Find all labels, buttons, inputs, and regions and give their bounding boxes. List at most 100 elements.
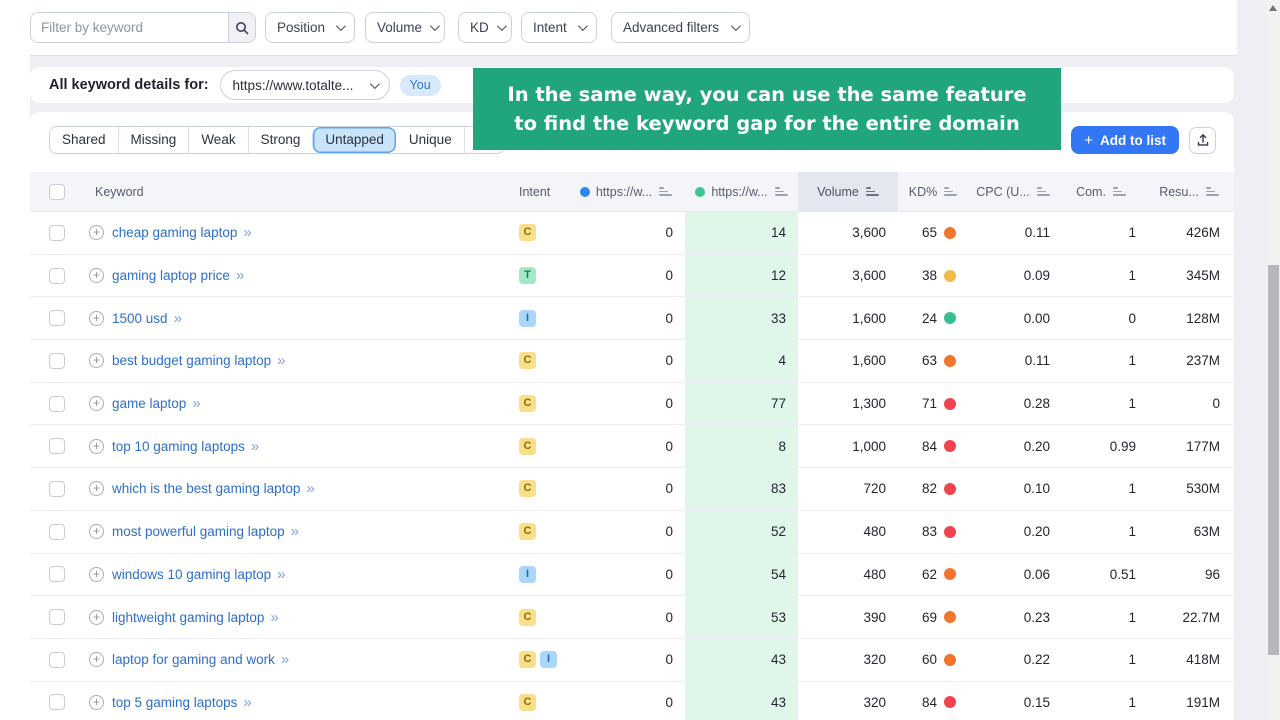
domain-select[interactable]: https://www.totalte... xyxy=(219,70,390,100)
keyword-link[interactable]: laptop for gaming and work xyxy=(112,652,275,667)
row-checkbox[interactable] xyxy=(49,480,65,497)
open-keyword-icon[interactable]: » xyxy=(251,438,259,455)
row-checkbox[interactable] xyxy=(49,609,65,626)
volume-cell: 720 xyxy=(863,481,886,497)
export-button[interactable] xyxy=(1189,126,1216,154)
open-keyword-icon[interactable]: » xyxy=(236,267,244,284)
keyword-link[interactable]: game laptop xyxy=(112,396,186,411)
tab-weak[interactable]: Weak xyxy=(188,127,247,153)
open-keyword-icon[interactable]: » xyxy=(281,651,289,668)
volume-cell: 320 xyxy=(863,694,886,710)
expand-plus-icon[interactable]: + xyxy=(89,481,104,497)
header-volume-sort[interactable]: Volume xyxy=(798,172,898,211)
tab-unique[interactable]: Unique xyxy=(396,127,464,153)
intent-badge-c: C xyxy=(519,437,536,455)
row-checkbox[interactable] xyxy=(49,395,65,412)
domain2-position-cell: 43 xyxy=(685,638,798,681)
open-keyword-icon[interactable]: » xyxy=(192,395,200,412)
volume-cell: 1,600 xyxy=(852,310,886,326)
keyword-cell: + top 10 gaming laptops » xyxy=(83,425,505,467)
row-checkbox[interactable] xyxy=(49,352,65,369)
keyword-link[interactable]: top 10 gaming laptops xyxy=(112,439,245,454)
expand-plus-icon[interactable]: + xyxy=(89,609,104,625)
results-cell: 426M xyxy=(1186,225,1220,241)
header-cpc-sort[interactable]: CPC (U... xyxy=(968,172,1058,211)
banner-text-line2: to find the keyword gap for the entire d… xyxy=(514,112,1020,135)
scrollbar-thumb[interactable] xyxy=(1267,265,1279,655)
scrollbar-up-arrow-icon[interactable] xyxy=(1269,5,1277,11)
keyword-link[interactable]: top 5 gaming laptops xyxy=(112,695,237,710)
row-checkbox[interactable] xyxy=(49,523,65,540)
keyword-link[interactable]: gaming laptop price xyxy=(112,268,230,283)
table-row: + cheap gaming laptop » C 0 14 3,600 65 0.11 1 426… xyxy=(30,212,1234,255)
keyword-gap-card: SharedMissingWeakStrongUntappedUniqueAll… xyxy=(30,112,1234,720)
domain1-position-cell: 0 xyxy=(665,396,673,412)
header-domain2-sort[interactable]: https://w... xyxy=(685,172,798,211)
search-button[interactable] xyxy=(228,13,255,42)
expand-plus-icon[interactable]: + xyxy=(89,268,104,284)
expand-plus-icon[interactable]: + xyxy=(89,225,104,241)
row-checkbox[interactable] xyxy=(49,310,65,327)
competition-cell: 1 xyxy=(1128,481,1136,497)
kd-value: 84 xyxy=(921,438,937,454)
open-keyword-icon[interactable]: » xyxy=(277,352,285,369)
keyword-link[interactable]: lightweight gaming laptop xyxy=(112,610,264,625)
keyword-cell: + cheap gaming laptop » xyxy=(83,212,505,254)
row-checkbox[interactable] xyxy=(49,566,65,583)
keyword-link[interactable]: which is the best gaming laptop xyxy=(112,481,300,496)
open-keyword-icon[interactable]: » xyxy=(243,694,251,711)
vertical-scrollbar[interactable] xyxy=(1266,0,1280,720)
expand-plus-icon[interactable]: + xyxy=(89,438,104,454)
results-cell: 128M xyxy=(1186,310,1220,326)
keyword-link[interactable]: cheap gaming laptop xyxy=(112,225,237,240)
open-keyword-icon[interactable]: » xyxy=(174,310,182,327)
expand-plus-icon[interactable]: + xyxy=(89,353,104,369)
open-keyword-icon[interactable]: » xyxy=(277,566,285,583)
keyword-filter-input[interactable] xyxy=(31,13,228,42)
header-kd-sort[interactable]: KD% xyxy=(898,172,968,211)
keyword-link[interactable]: most powerful gaming laptop xyxy=(112,524,285,539)
open-keyword-icon[interactable]: » xyxy=(291,523,299,540)
keyword-link[interactable]: 1500 usd xyxy=(112,311,168,326)
expand-plus-icon[interactable]: + xyxy=(89,566,104,582)
tab-strong[interactable]: Strong xyxy=(247,127,313,153)
tutorial-banner: In the same way, you can use the same fe… xyxy=(473,68,1061,150)
expand-plus-icon[interactable]: + xyxy=(89,310,104,326)
header-results-sort[interactable]: Resu... xyxy=(1144,172,1234,211)
volume-filter-dropdown[interactable]: Volume xyxy=(365,12,445,43)
keyword-link[interactable]: best budget gaming laptop xyxy=(112,353,271,368)
add-to-list-button[interactable]: + Add to list xyxy=(1071,126,1179,154)
domain2-position-cell: 77 xyxy=(685,382,798,425)
expand-plus-icon[interactable]: + xyxy=(89,652,104,668)
intent-filter-dropdown[interactable]: Intent xyxy=(521,12,597,43)
keyword-link[interactable]: windows 10 gaming laptop xyxy=(112,567,271,582)
row-checkbox[interactable] xyxy=(49,224,65,241)
select-all-checkbox[interactable] xyxy=(49,183,65,200)
advanced-filters-dropdown[interactable]: Advanced filters xyxy=(611,12,750,43)
table-actions: + Add to list xyxy=(1071,126,1216,154)
header-domain1-sort[interactable]: https://w... xyxy=(567,172,685,211)
expand-plus-icon[interactable]: + xyxy=(89,524,104,540)
row-checkbox[interactable] xyxy=(49,694,65,711)
intent-cell: C xyxy=(505,425,567,467)
kd-filter-dropdown[interactable]: KD xyxy=(458,12,512,43)
position-filter-dropdown[interactable]: Position xyxy=(265,12,355,43)
row-checkbox[interactable] xyxy=(49,651,65,668)
volume-cell: 480 xyxy=(863,566,886,582)
header-competition-sort[interactable]: Com. xyxy=(1058,172,1144,211)
keyword-cell: + which is the best gaming laptop » xyxy=(83,468,505,510)
table-row: + laptop for gaming and work » C I 0 43 320 60 0.… xyxy=(30,638,1234,682)
open-keyword-icon[interactable]: » xyxy=(306,480,314,497)
open-keyword-icon[interactable]: » xyxy=(243,224,251,241)
open-keyword-icon[interactable]: » xyxy=(270,609,278,626)
expand-plus-icon[interactable]: + xyxy=(89,396,104,412)
cpc-cell: 0.11 xyxy=(1024,353,1050,369)
cpc-cell: 0.09 xyxy=(1023,268,1050,284)
row-checkbox[interactable] xyxy=(49,438,65,455)
domain1-position-cell: 0 xyxy=(665,566,673,582)
tab-shared[interactable]: Shared xyxy=(50,127,118,153)
tab-untapped[interactable]: Untapped xyxy=(312,127,396,153)
tab-missing[interactable]: Missing xyxy=(117,127,189,153)
row-checkbox[interactable] xyxy=(49,267,65,284)
expand-plus-icon[interactable]: + xyxy=(89,694,104,710)
